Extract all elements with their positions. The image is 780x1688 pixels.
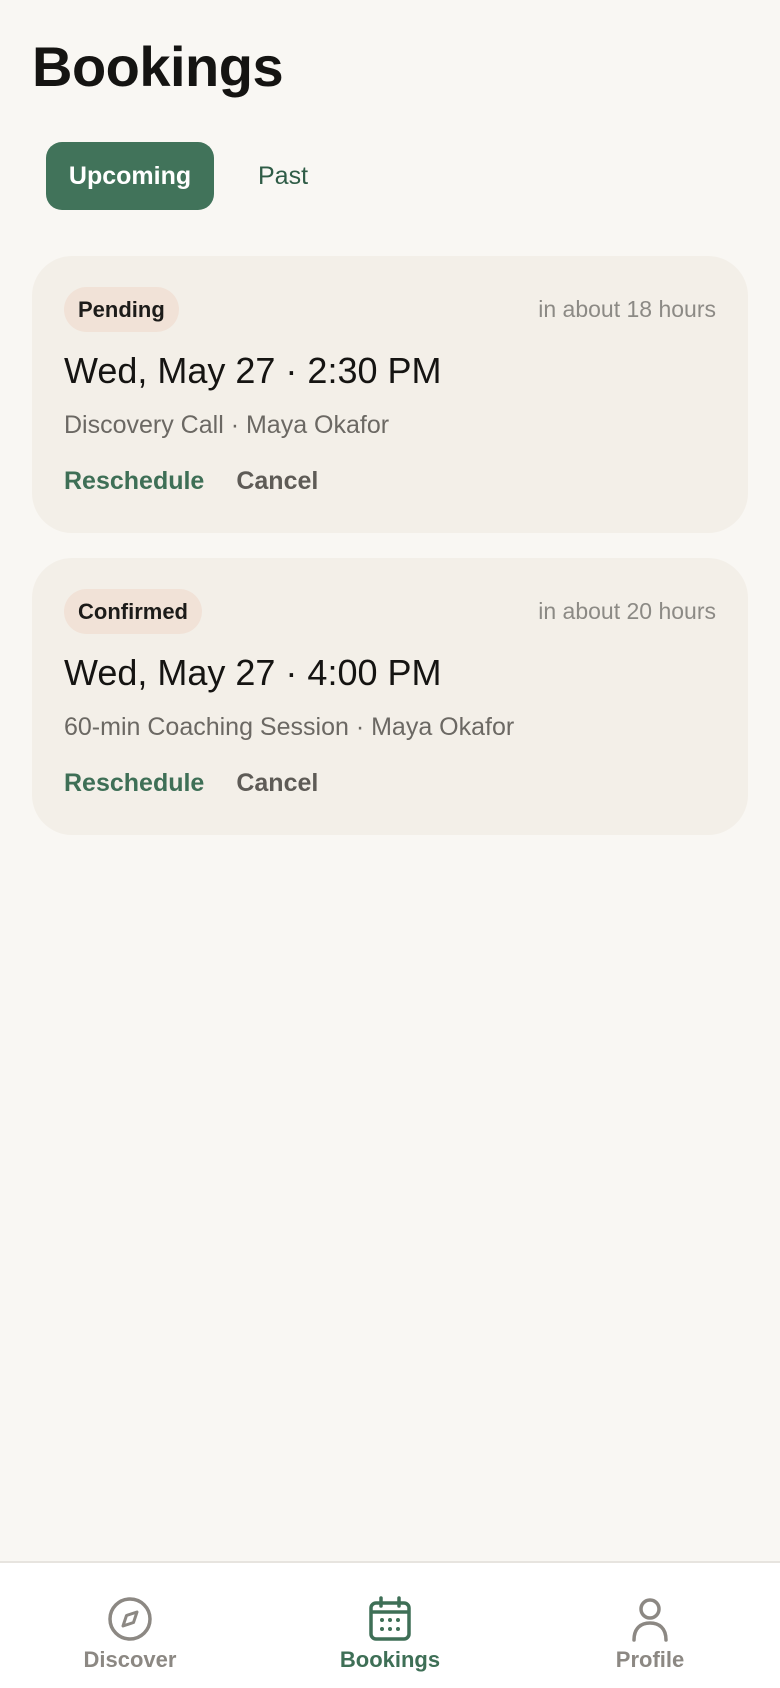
status-badge: Pending bbox=[64, 287, 179, 332]
nav-item-profile[interactable]: Profile bbox=[520, 1563, 780, 1688]
compass-icon bbox=[108, 1597, 152, 1641]
booking-actions: Reschedule Cancel bbox=[64, 769, 318, 798]
relative-time: in about 20 hours bbox=[538, 598, 716, 624]
nav-label-profile: Profile bbox=[615, 1647, 685, 1672]
page-title: Bookings bbox=[32, 35, 284, 98]
nav-item-discover[interactable]: Discover bbox=[0, 1563, 260, 1688]
calendar-icon bbox=[369, 1596, 411, 1641]
nav-item-bookings[interactable]: Bookings bbox=[260, 1563, 520, 1688]
nav-label-discover: Discover bbox=[83, 1647, 177, 1672]
booking-list: Pending in about 18 hours Wed, May 27 · … bbox=[32, 256, 748, 835]
nav-label-bookings: Bookings bbox=[339, 1647, 441, 1672]
relative-time: in about 18 hours bbox=[538, 296, 716, 322]
cancel-button[interactable]: Cancel bbox=[236, 769, 318, 798]
booking-datetime: Wed, May 27 · 2:30 PM bbox=[64, 350, 442, 391]
tab-upcoming[interactable]: Upcoming bbox=[46, 142, 214, 210]
cancel-button[interactable]: Cancel bbox=[236, 467, 318, 496]
bookings-screen: Bookings Upcoming Past Pending in about … bbox=[0, 0, 780, 1688]
booking-tabs: Upcoming Past bbox=[46, 142, 334, 210]
person-icon bbox=[632, 1598, 668, 1642]
booking-card[interactable]: Confirmed in about 20 hours Wed, May 27 … bbox=[32, 558, 748, 835]
reschedule-button[interactable]: Reschedule bbox=[64, 467, 204, 496]
tab-past[interactable]: Past bbox=[232, 142, 334, 210]
status-badge: Confirmed bbox=[64, 589, 202, 634]
booking-subtitle: Discovery Call · Maya Okafor bbox=[64, 411, 390, 439]
booking-actions: Reschedule Cancel bbox=[64, 467, 318, 496]
booking-subtitle: 60-min Coaching Session · Maya Okafor bbox=[64, 713, 515, 741]
booking-datetime: Wed, May 27 · 4:00 PM bbox=[64, 652, 442, 693]
bottom-navigation: Discover Bookings Profile bbox=[0, 1561, 780, 1688]
booking-card[interactable]: Pending in about 18 hours Wed, May 27 · … bbox=[32, 256, 748, 533]
reschedule-button[interactable]: Reschedule bbox=[64, 769, 204, 798]
